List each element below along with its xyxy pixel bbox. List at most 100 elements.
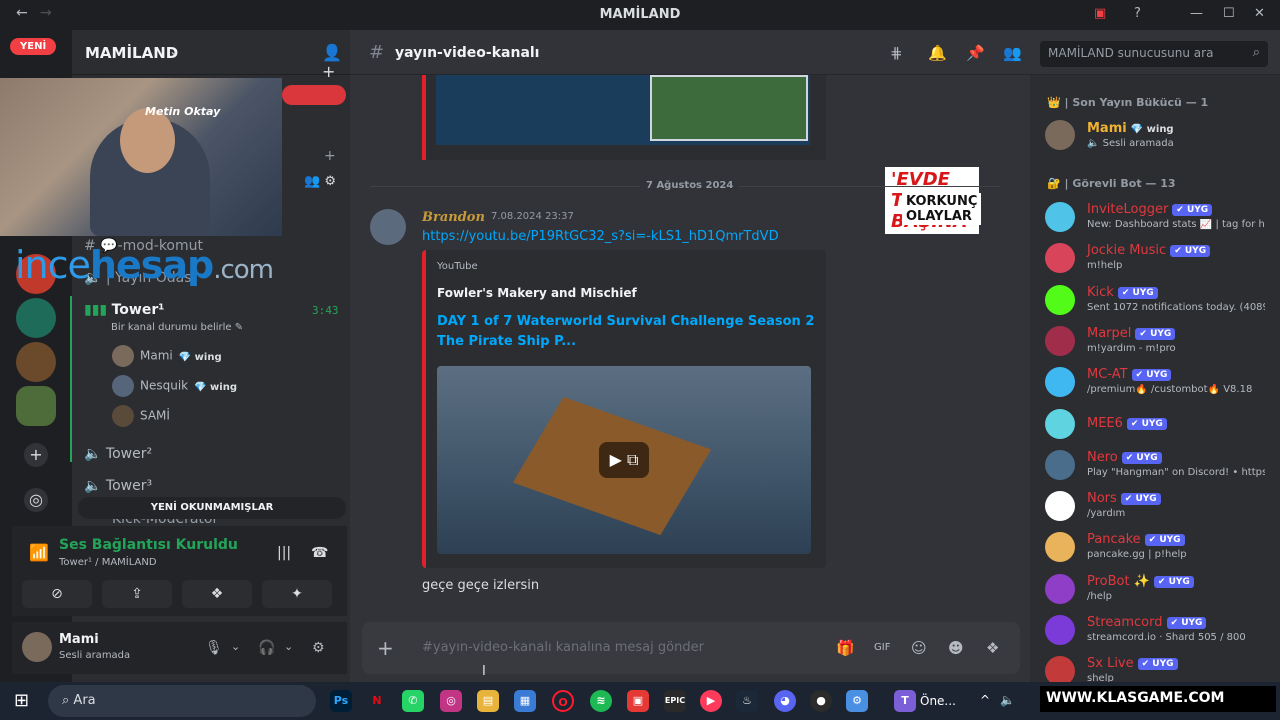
signal-icon[interactable]: 📶 [29, 543, 49, 562]
app-icon[interactable]: ⚙ [846, 690, 868, 712]
embed-video[interactable]: ▶ ⧉ [437, 366, 811, 554]
opera-icon[interactable]: O [552, 690, 574, 712]
member-list-icon[interactable]: 👥 [1003, 44, 1022, 62]
netflix-icon[interactable]: N [366, 690, 388, 712]
chevron-down-icon[interactable]: ⌄ [284, 640, 293, 653]
photoshop-icon[interactable]: Ps [330, 690, 352, 712]
notification-bar[interactable] [282, 85, 346, 105]
message-link[interactable]: https://youtu.be/P19RtGC32_s?si=-kLS1_hD… [422, 229, 779, 244]
bot-avatar[interactable] [1045, 450, 1075, 480]
bell-icon[interactable]: 🔔 [928, 44, 947, 62]
emoji-icon[interactable]: ☻ [948, 639, 964, 657]
new-badge[interactable]: YENİ [10, 38, 57, 55]
embed-author[interactable]: Fowler's Makery and Mischief [437, 286, 637, 300]
noise-suppression-icon[interactable]: ||| [277, 545, 291, 561]
bot-name[interactable]: MEE6 ✔ UYG [1087, 416, 1167, 431]
store-icon[interactable]: ▦ [514, 690, 536, 712]
bot-avatar[interactable] [1045, 532, 1075, 562]
camera-off-button[interactable]: ⊘ [22, 580, 92, 608]
settings-icon[interactable]: 👥 ⚙ [304, 174, 336, 189]
help-icon[interactable]: ? [1134, 6, 1141, 21]
volume-icon[interactable]: 🔈 [1000, 693, 1015, 707]
guild-icon[interactable] [16, 342, 56, 382]
guild-icon-active[interactable] [16, 386, 56, 426]
bot-avatar[interactable] [1045, 615, 1075, 645]
bot-name[interactable]: Kick ✔ UYG [1087, 285, 1158, 300]
microphone-icon[interactable]: 🎙 [205, 640, 223, 656]
invite-icon[interactable]: 👤+ [322, 43, 350, 81]
chevron-down-icon[interactable]: ⌄ [231, 640, 240, 653]
user-settings-icon[interactable]: ⚙ [312, 640, 325, 656]
bot-name[interactable]: MC-AT ✔ UYG [1087, 367, 1172, 382]
voice-status[interactable]: Ses Bağlantısı Kuruldu [59, 537, 238, 553]
bot-avatar[interactable] [1045, 243, 1075, 273]
unread-messages-pill[interactable]: YENİ OKUNMAMIŞLAR [78, 497, 346, 519]
bot-name[interactable]: Streamcord ✔ UYG [1087, 615, 1207, 630]
taskbar-app-label[interactable]: Öne... [920, 694, 956, 708]
voice-member[interactable]: Mami 💎 wing [112, 345, 222, 367]
gif-icon[interactable]: GIF [874, 642, 890, 653]
bot-name[interactable]: Sx Live ✔ UYG [1087, 656, 1178, 671]
add-channel-icon[interactable]: + [324, 148, 336, 164]
channel-tower2[interactable]: 🔈 Tower² [84, 446, 152, 462]
instagram-icon[interactable]: ◎ [440, 690, 462, 712]
bot-avatar[interactable] [1045, 409, 1075, 439]
teams-icon[interactable]: T [894, 690, 916, 712]
taskbar-search[interactable]: ⌕ Ara [48, 685, 316, 717]
discover-icon[interactable]: ◎ [24, 488, 48, 512]
add-attachment-icon[interactable]: + [377, 636, 394, 660]
discord-icon[interactable]: ◕ [774, 690, 796, 712]
voice-subtitle[interactable]: Tower¹ / MAMİLAND [59, 557, 157, 568]
server-header[interactable]: MAMİLAND ⌄ 👤+ [72, 30, 350, 81]
composer-placeholder[interactable]: #yayın-video-kanalı kanalına mesaj gönde… [422, 640, 704, 655]
bot-name[interactable]: Nero ✔ UYG [1087, 450, 1162, 465]
add-server-icon[interactable]: + [24, 443, 48, 467]
pin-icon[interactable]: 📌 [966, 44, 985, 62]
windows-start-icon[interactable]: ⊞ [14, 690, 29, 711]
channel-status[interactable]: Bir kanal durumu belirle ✎ [111, 322, 243, 333]
bot-avatar[interactable] [1045, 367, 1075, 397]
chevron-down-icon[interactable]: ⌄ [169, 44, 179, 58]
steam-icon[interactable]: ♨ [736, 690, 758, 712]
threads-icon[interactable]: ⋕ [890, 44, 903, 62]
screen-share-button[interactable]: ⇪ [102, 580, 172, 608]
gift-icon[interactable]: 🎁 [836, 639, 855, 657]
bot-name[interactable]: Pancake ✔ UYG [1087, 532, 1185, 547]
file-explorer-icon[interactable]: ▤ [477, 690, 499, 712]
sticker-icon[interactable]: ☺ [911, 639, 927, 657]
soundboard-button[interactable]: ✦ [262, 580, 332, 608]
close-icon[interactable]: ✕ [1254, 6, 1265, 21]
bot-name[interactable]: Marpel ✔ UYG [1087, 326, 1176, 341]
user-name[interactable]: Mami [59, 632, 99, 647]
voice-member[interactable]: Nesquik 💎 wing [112, 375, 237, 397]
search-input[interactable]: MAMİLAND sunucusunu ara ⌕ [1040, 41, 1268, 67]
bot-name[interactable]: InviteLogger ✔ UYG [1087, 202, 1213, 217]
bot-avatar[interactable] [1045, 202, 1075, 232]
activities-button[interactable]: ❖ [182, 580, 252, 608]
play-icon[interactable]: ▶ ⧉ [599, 442, 649, 478]
app-icon[interactable]: ▣ [627, 690, 649, 712]
member-name[interactable]: Mami 💎 wing [1087, 121, 1174, 136]
epic-games-icon[interactable]: EPIC [664, 690, 686, 712]
server-name[interactable]: MAMİLAND [85, 44, 178, 62]
inbox-icon[interactable]: ▣ [1094, 6, 1106, 21]
media-player-icon[interactable]: ▶ [700, 690, 722, 712]
user-avatar[interactable] [22, 632, 52, 662]
member-avatar[interactable] [1045, 120, 1075, 150]
bot-name[interactable]: ProBot ✨ ✔ UYG [1087, 574, 1194, 589]
bot-avatar[interactable] [1045, 574, 1075, 604]
headphones-icon[interactable]: 🎧 [258, 640, 275, 656]
message-avatar[interactable] [370, 209, 406, 245]
bot-name[interactable]: Jockie Music ✔ UYG [1087, 243, 1211, 258]
bot-avatar[interactable] [1045, 326, 1075, 356]
bot-avatar[interactable] [1045, 491, 1075, 521]
disconnect-icon[interactable]: ☎ [311, 545, 328, 561]
guild-icon[interactable] [16, 298, 56, 338]
tray-chevron-icon[interactable]: ^ [980, 693, 990, 707]
channel-tower1[interactable]: ▮▮▮ Tower¹ [84, 302, 164, 318]
bot-avatar[interactable] [1045, 285, 1075, 315]
obs-icon[interactable]: ● [810, 690, 832, 712]
embed-title[interactable]: DAY 1 of 7 Waterworld Survival Challenge… [437, 312, 817, 352]
maximize-icon[interactable]: ☐ [1223, 6, 1235, 21]
whatsapp-icon[interactable]: ✆ [402, 690, 424, 712]
